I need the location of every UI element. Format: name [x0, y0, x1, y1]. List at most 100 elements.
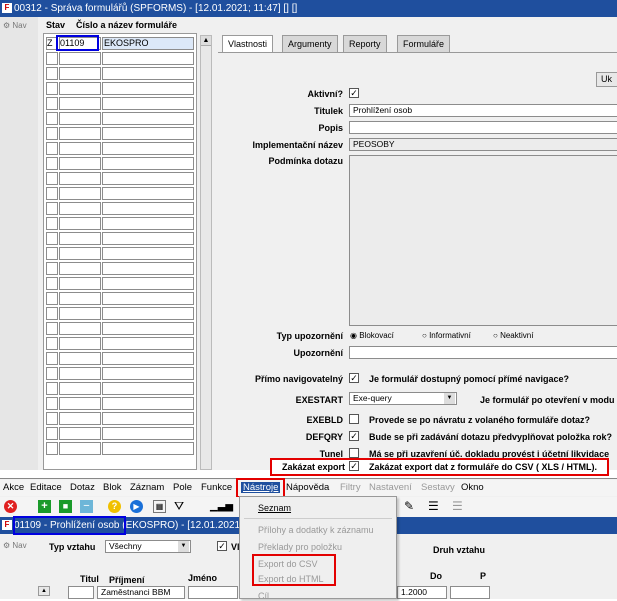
grid-scrollbar[interactable]: ▲ [200, 35, 212, 470]
tab-formulare[interactable]: Formuláře [397, 35, 451, 52]
grid-row[interactable] [44, 157, 196, 171]
grid-row[interactable] [44, 67, 196, 81]
row-titul-cell[interactable] [68, 586, 94, 599]
menu-dotaz[interactable]: Dotaz [70, 482, 95, 493]
grid-row[interactable] [44, 187, 196, 201]
list-icon[interactable]: ☰ [428, 500, 439, 513]
grid-cell-name[interactable] [102, 412, 194, 425]
chevron-down-icon[interactable]: ▼ [444, 393, 455, 404]
grid-cell-stav[interactable] [46, 382, 58, 395]
grid-cell-stav[interactable] [46, 217, 58, 230]
radio-informativni[interactable]: ○ Informativní [422, 331, 471, 340]
grid-cell-number[interactable] [59, 382, 101, 395]
menu-item-seznam[interactable]: Seznam [258, 503, 291, 513]
grid-cell-name[interactable] [102, 337, 194, 350]
grid-cell-stav[interactable] [46, 97, 58, 110]
scroll-up-icon[interactable]: ▲ [201, 36, 211, 46]
grid-cell-number[interactable] [59, 337, 101, 350]
grid-cell-stav[interactable] [46, 277, 58, 290]
grid-cell-number[interactable] [59, 202, 101, 215]
menu-item-cil[interactable]: Cíl ... [258, 591, 279, 601]
nav-button[interactable]: ⚙ Nav [3, 21, 27, 30]
grid-cell-number[interactable] [59, 442, 101, 455]
grid-cell-stav[interactable] [46, 142, 58, 155]
grid-cell-stav[interactable] [46, 412, 58, 425]
grid-cell-name[interactable] [102, 277, 194, 290]
grid-cell-number[interactable] [59, 52, 101, 65]
menu-sestavy[interactable]: Sestavy [421, 482, 455, 493]
grid-cell-number[interactable] [59, 157, 101, 170]
grid-cell-name[interactable] [102, 202, 194, 215]
grid-cell-stav[interactable] [46, 352, 58, 365]
grid-cell-name[interactable] [102, 352, 194, 365]
menu-zaznam[interactable]: Záznam [130, 482, 164, 493]
grid-cell-stav[interactable] [46, 127, 58, 140]
aktivni-checkbox[interactable]: ✓ [349, 88, 359, 98]
grid-cell-stav[interactable] [46, 307, 58, 320]
grid-cell-number[interactable] [59, 142, 101, 155]
menu-pole[interactable]: Pole [173, 482, 192, 493]
grid-row[interactable] [44, 217, 196, 231]
grid-row[interactable] [44, 277, 196, 291]
menu-napoveda[interactable]: Nápověda [286, 482, 329, 493]
primo-checkbox[interactable]: ✓ [349, 373, 359, 383]
list-alt-icon[interactable]: ☰ [452, 500, 463, 513]
grid-cell-number[interactable] [59, 247, 101, 260]
grid-cell-stav[interactable] [46, 112, 58, 125]
grid-cell-number[interactable] [59, 232, 101, 245]
tab-vlastnosti[interactable]: Vlastnosti [222, 35, 274, 52]
grid-row[interactable] [44, 322, 196, 336]
save-icon[interactable]: ■ [59, 500, 72, 513]
defqry-checkbox[interactable]: ✓ [349, 431, 359, 441]
impl-field[interactable]: PEOSOBY [349, 138, 617, 151]
menu-funkce[interactable]: Funkce [201, 482, 232, 493]
titulek-field[interactable]: Prohlížení osob [349, 104, 617, 117]
calendar-icon[interactable]: ▦ [153, 500, 166, 513]
edit-icon[interactable]: ✎ [404, 500, 414, 513]
row-jmeno-cell[interactable] [188, 586, 238, 599]
grid-cell-name[interactable] [102, 262, 194, 275]
grid-cell-name[interactable] [102, 247, 194, 260]
grid-cell-number[interactable] [59, 292, 101, 305]
grid-cell-number[interactable] [59, 97, 101, 110]
grid-cell-number[interactable] [59, 307, 101, 320]
grid-cell-stav[interactable] [46, 292, 58, 305]
menu-blok[interactable]: Blok [103, 482, 121, 493]
menu-filtry[interactable]: Filtry [340, 482, 361, 493]
grid-cell-name[interactable] [102, 232, 194, 245]
grid-row[interactable] [44, 442, 196, 456]
grid-row[interactable] [44, 292, 196, 306]
grid-row[interactable] [44, 82, 196, 96]
grid-cell-stav[interactable] [46, 337, 58, 350]
menu-akce[interactable]: Akce [3, 482, 24, 493]
grid-cell-name[interactable] [102, 187, 194, 200]
grid-cell-name[interactable] [102, 157, 194, 170]
grid-cell-number[interactable] [59, 277, 101, 290]
grid-cell-name[interactable] [102, 307, 194, 320]
chart-icon[interactable]: ▁▃▅ [210, 500, 233, 513]
grid-row[interactable] [44, 202, 196, 216]
grid-row[interactable] [44, 337, 196, 351]
grid-cell-stav[interactable] [46, 202, 58, 215]
execute-icon[interactable]: ▶ [130, 500, 143, 513]
grid-cell-name[interactable] [102, 427, 194, 440]
grid-row[interactable] [44, 262, 196, 276]
grid-cell-stav[interactable] [46, 82, 58, 95]
grid-row[interactable] [44, 142, 196, 156]
grid-row[interactable] [44, 367, 196, 381]
grid-cell-stav[interactable] [46, 247, 58, 260]
grid-first-name[interactable]: EKOSPRO [104, 38, 149, 48]
grid-cell-number[interactable] [59, 352, 101, 365]
grid-row[interactable] [44, 172, 196, 186]
grid-cell-stav[interactable] [46, 397, 58, 410]
exebld-checkbox[interactable] [349, 414, 359, 424]
grid-cell-number[interactable] [59, 82, 101, 95]
grid-cell-number[interactable] [59, 262, 101, 275]
popis-field[interactable] [349, 121, 617, 134]
help-icon[interactable]: ? [108, 500, 121, 513]
grid-cell-name[interactable] [102, 367, 194, 380]
grid-row[interactable] [44, 412, 196, 426]
grid-cell-name[interactable] [102, 382, 194, 395]
grid-row[interactable] [44, 127, 196, 141]
grid-cell-number[interactable] [59, 427, 101, 440]
